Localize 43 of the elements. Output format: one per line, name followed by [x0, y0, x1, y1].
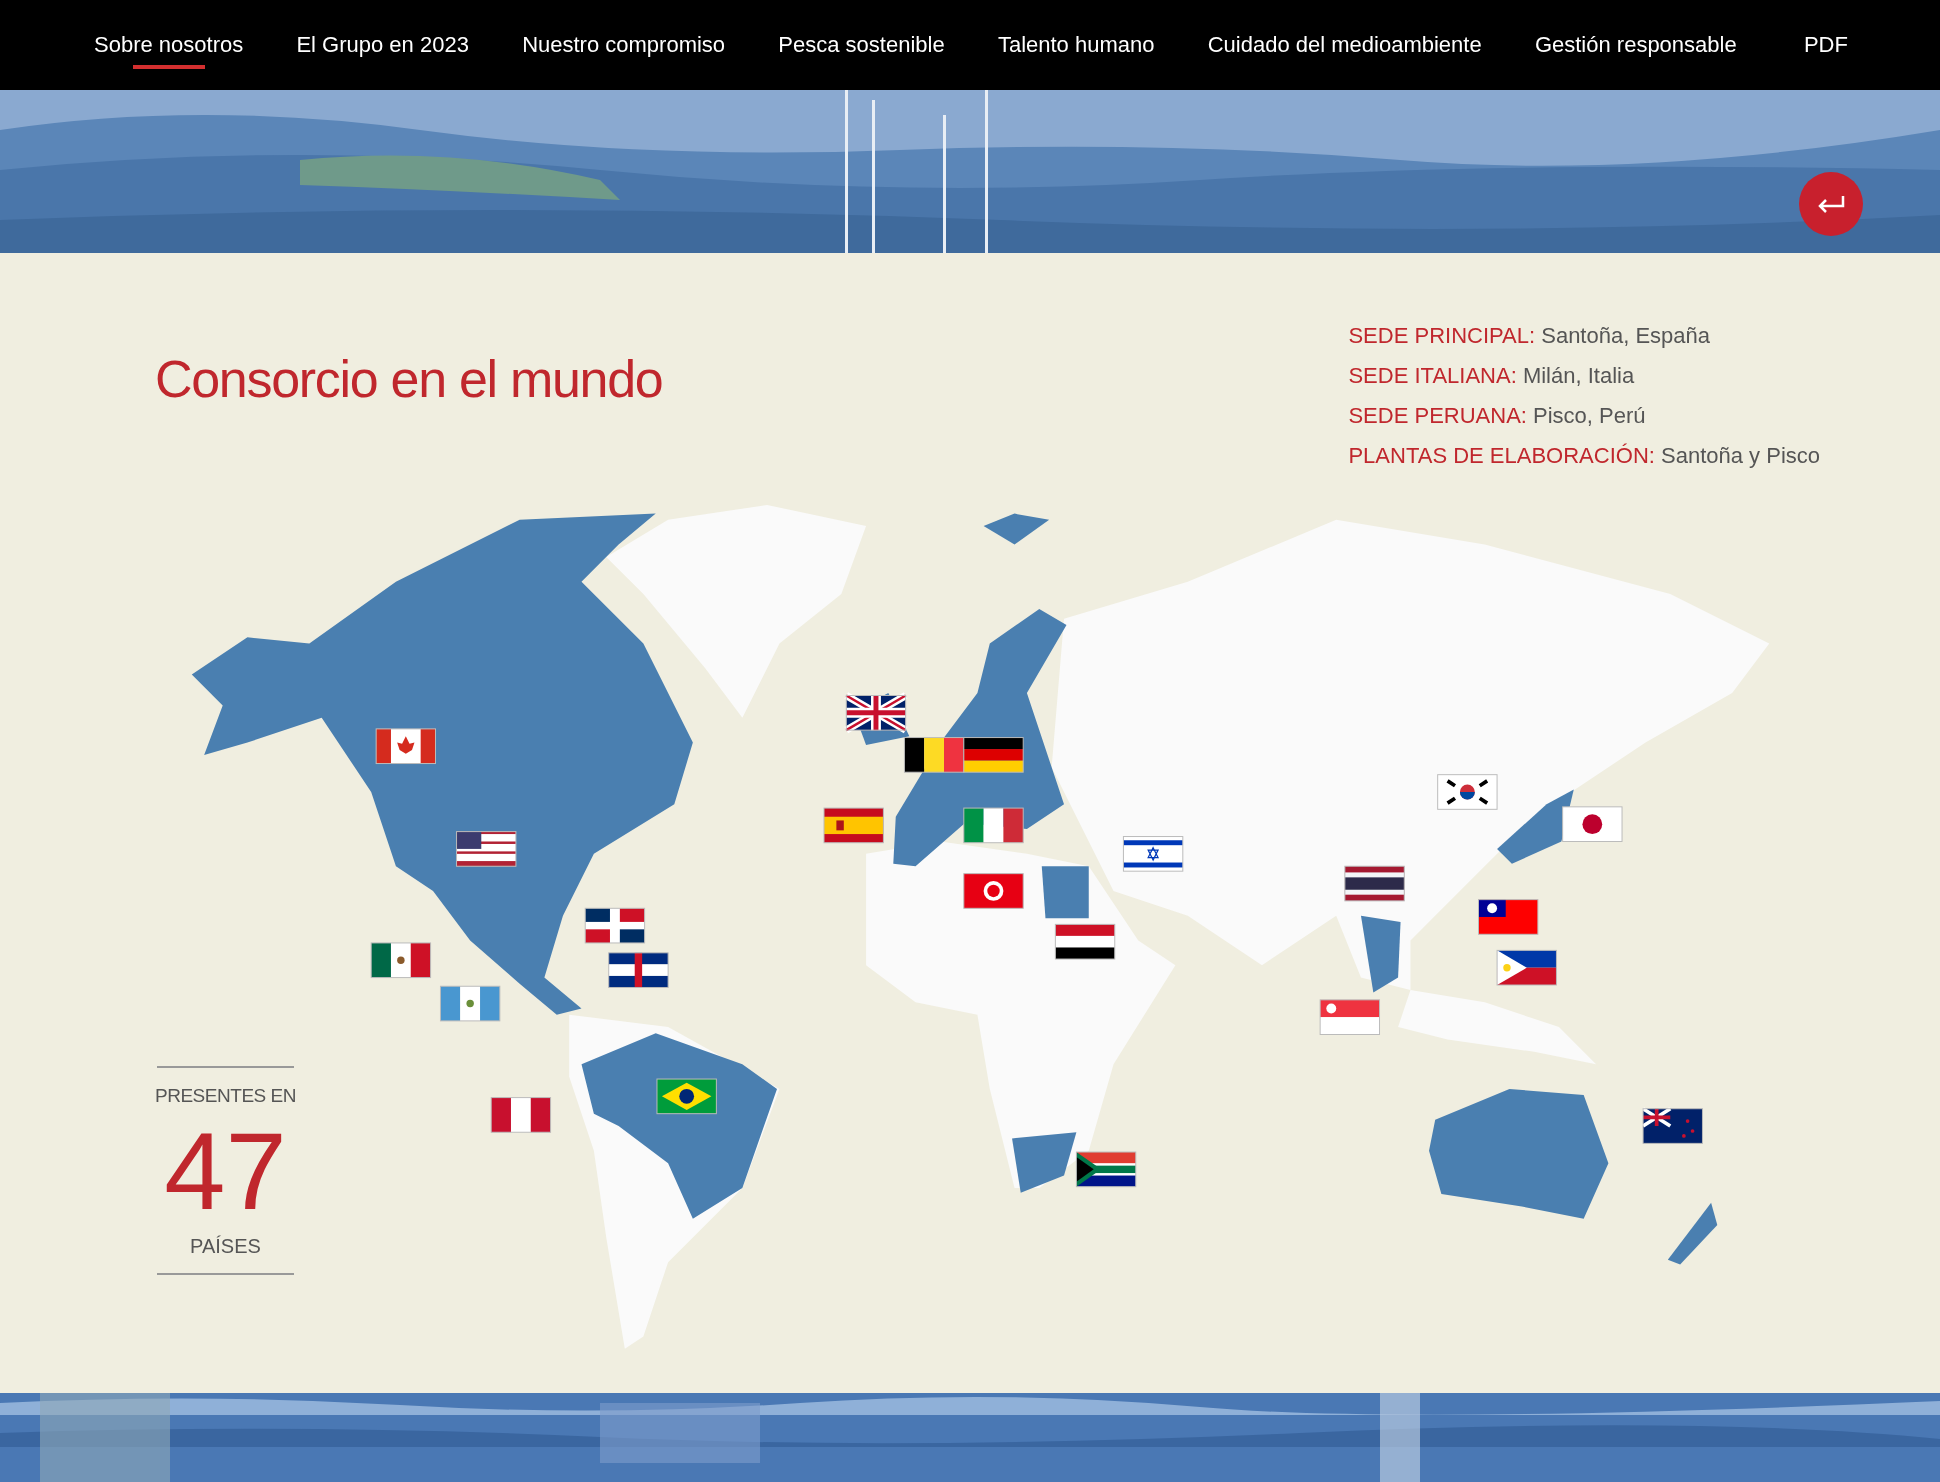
flag-icon [1054, 923, 1116, 960]
counter-caption: PAÍSES [190, 1233, 261, 1259]
nav-link[interactable]: Talento humano [997, 21, 1155, 69]
nav-link[interactable]: El Grupo en 2023 [296, 21, 469, 69]
nav-link[interactable]: PDF [1789, 21, 1862, 69]
flag-icon [490, 1097, 552, 1133]
highlighted-country [1012, 1132, 1077, 1193]
highlighted-country [983, 513, 1050, 545]
flag-icon [1437, 774, 1498, 810]
fact-line: PLANTAS DE ELABORACIÓN: Santoña y Pisco [1348, 442, 1820, 470]
flag-icon [963, 807, 1024, 844]
flag-icon [1319, 999, 1381, 1035]
flag-icon [1562, 806, 1623, 842]
flag-icon [1344, 865, 1405, 902]
nav-link[interactable]: Gestión responsable [1534, 21, 1737, 69]
nav-link[interactable]: Sobre nosotros [94, 21, 244, 69]
flag-icon [903, 737, 965, 773]
flag-icon [1641, 1106, 1703, 1144]
fact-line: SEDE PERUANA: Pisco, Perú [1348, 402, 1647, 430]
nav-link[interactable]: Cuidado del medioambiente [1207, 21, 1482, 69]
flag-icon [1496, 949, 1557, 986]
flag-icon [456, 831, 517, 867]
nav-link[interactable]: Pesca sostenible [778, 21, 945, 69]
fact-line: SEDE PRINCIPAL: Santoña, España [1348, 322, 1712, 350]
counter-caption: PRESENTES EN [154, 1084, 297, 1108]
flag-icon [823, 807, 884, 844]
flag-icon [963, 737, 1024, 773]
country-count: 47 [164, 1110, 287, 1231]
highlighted-country [1667, 1202, 1718, 1265]
flag-icon [608, 952, 669, 988]
flag-icon [439, 985, 501, 1022]
flag-icon [1478, 899, 1539, 935]
fact-line: SEDE ITALIANA: Milán, Italia [1348, 362, 1636, 390]
flag-icon [584, 907, 646, 944]
nav-link[interactable]: Nuestro compromiso [522, 21, 726, 69]
flag-icon [375, 728, 436, 765]
flag-icon [963, 873, 1024, 909]
flag-icon [656, 1078, 717, 1115]
flag-icon [1122, 836, 1184, 872]
section-title: Consorcio en el mundo [155, 349, 663, 410]
return-arrow-icon [1816, 194, 1846, 214]
flag-icon [370, 942, 432, 979]
flag-icon [1075, 1151, 1137, 1188]
